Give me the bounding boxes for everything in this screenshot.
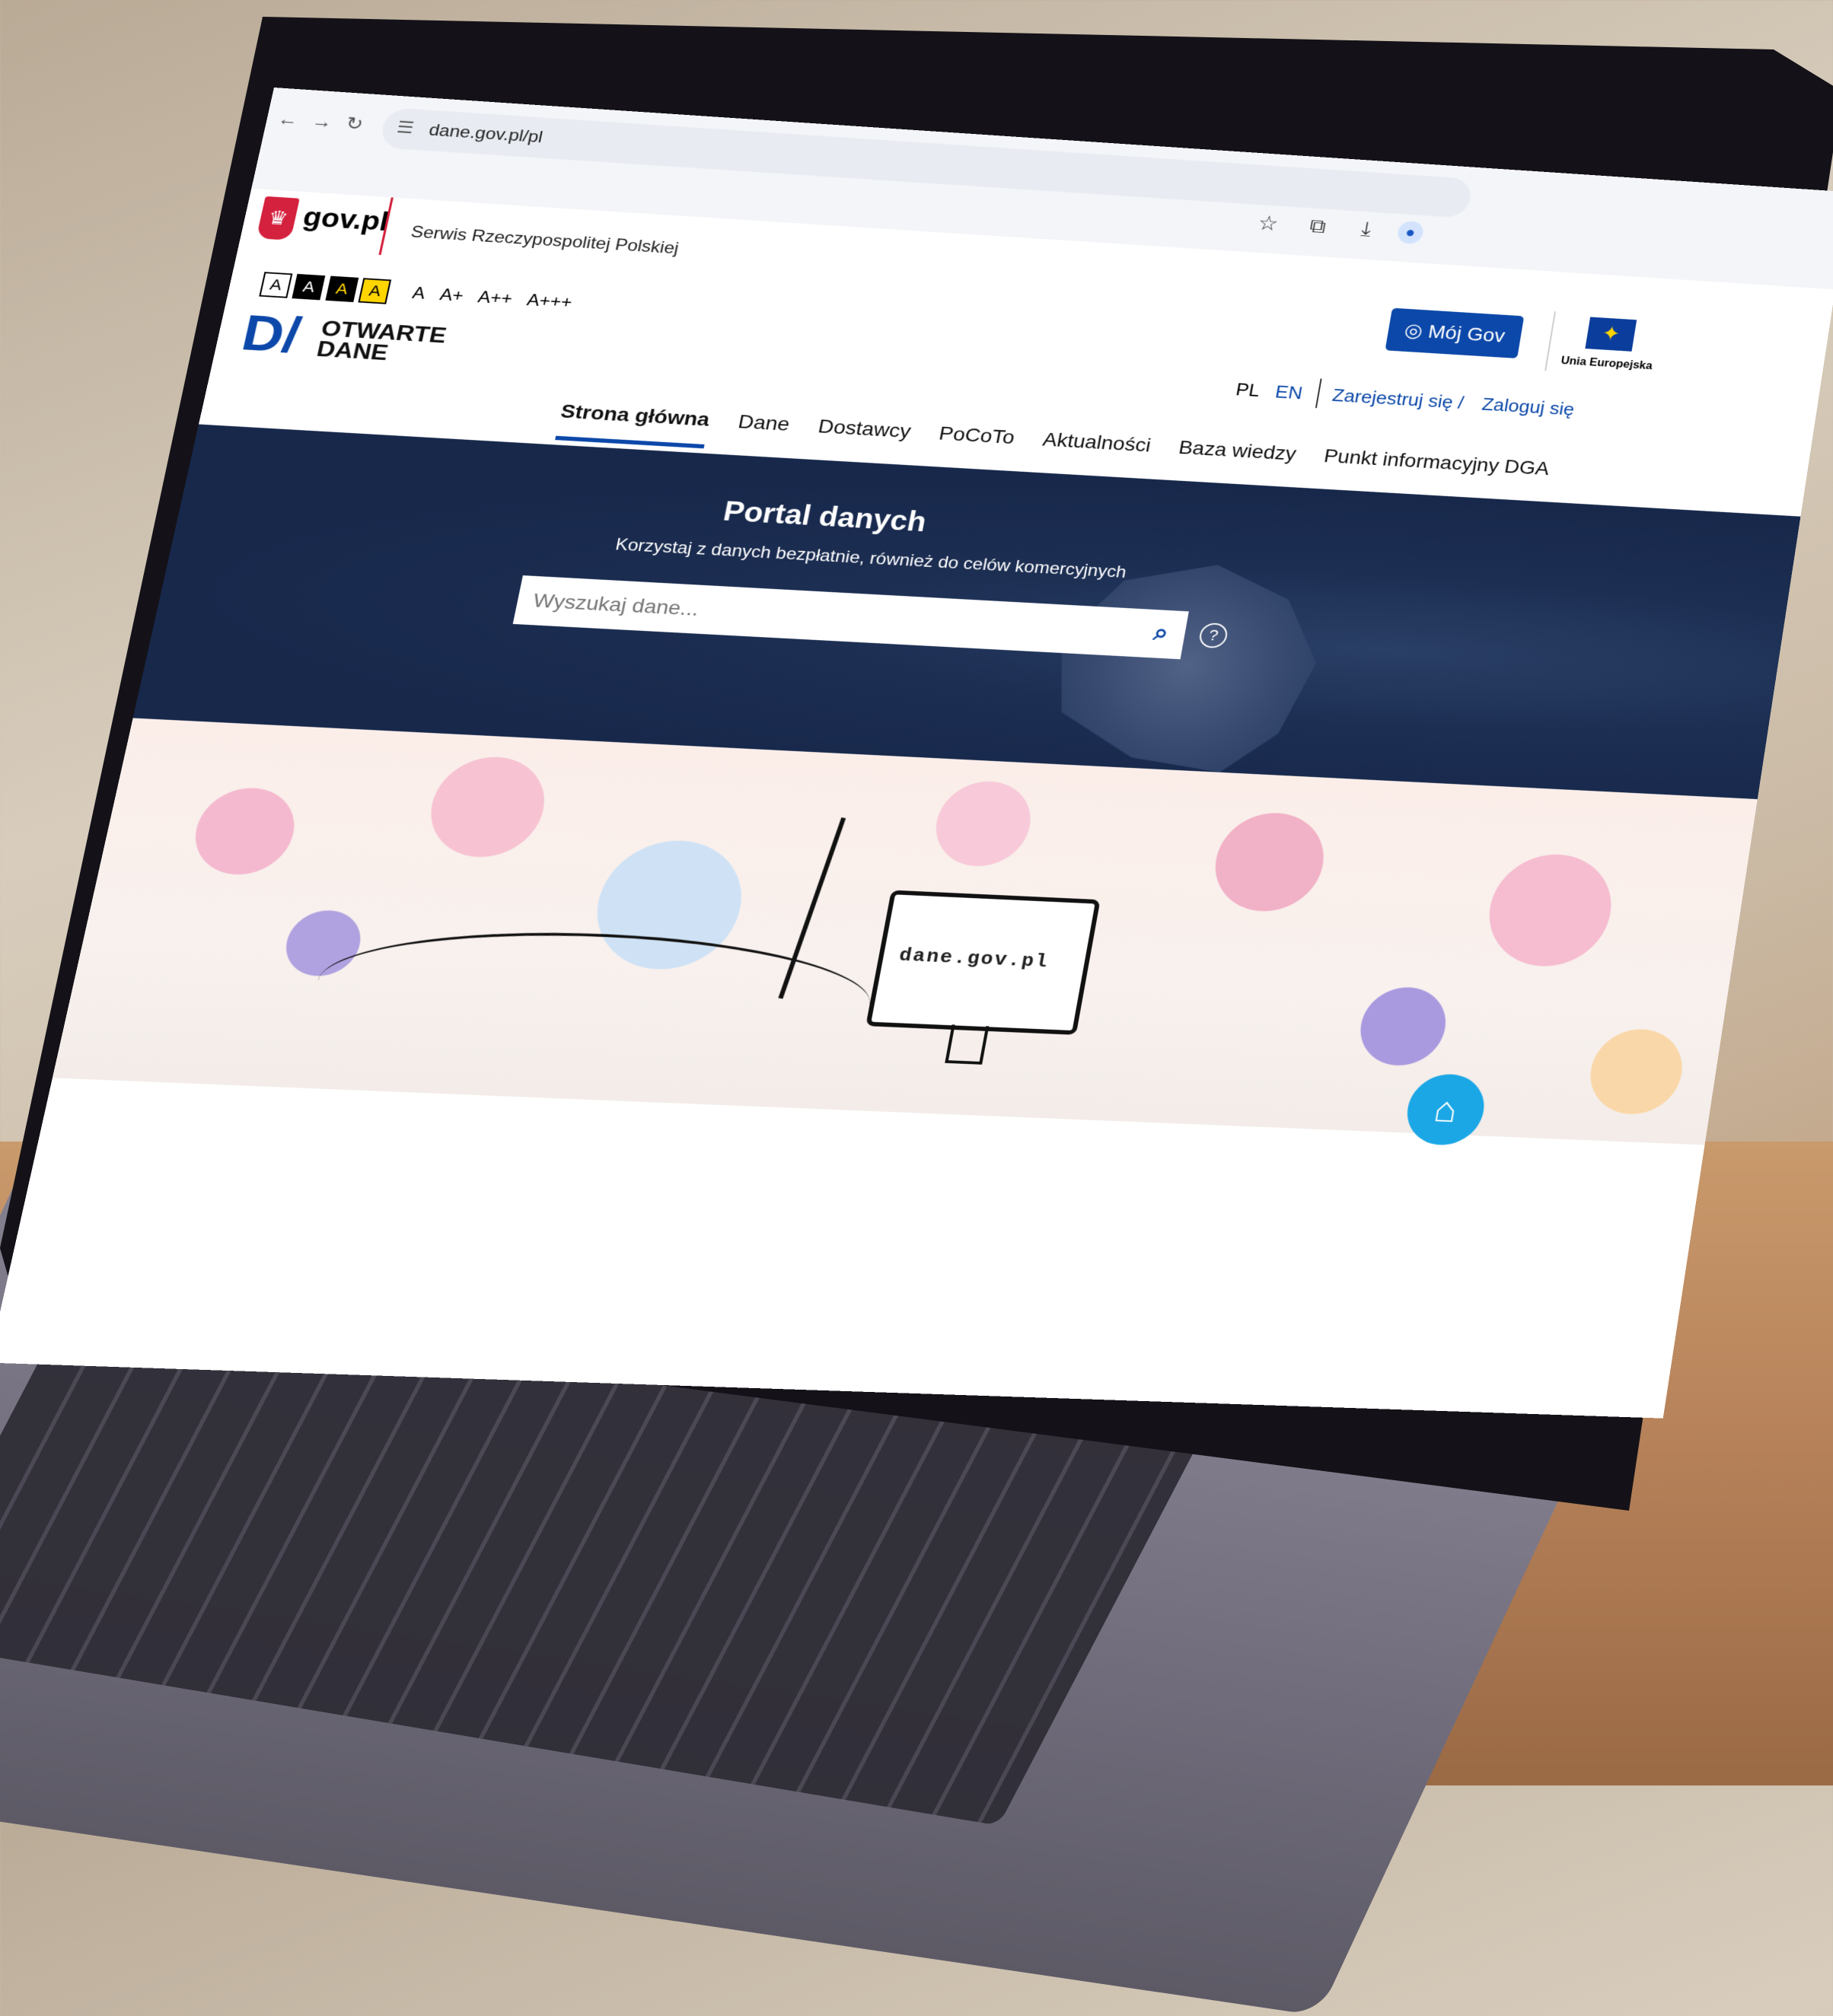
eu-flag-icon: ✦ <box>1585 317 1637 352</box>
auth-divider <box>1315 378 1322 409</box>
nav-item-punkt-dga[interactable]: Punkt informacyjny DGA <box>1320 445 1551 493</box>
nav-item-dostawcy[interactable]: Dostawcy <box>814 416 913 456</box>
moj-gov-label: Mój Gov <box>1427 320 1507 346</box>
back-icon[interactable]: ← <box>276 108 300 130</box>
otwarte-dane-wordmark: OTWARTE DANE <box>314 316 448 366</box>
reload-icon[interactable]: ↻ <box>344 113 365 135</box>
font-size-larger-button[interactable]: A++ <box>477 288 515 308</box>
forward-icon[interactable]: → <box>310 110 334 132</box>
font-size-large-button[interactable]: A+ <box>438 285 466 305</box>
contrast-yellow-black-button[interactable]: A <box>358 278 392 304</box>
hero-subtitle: Korzystaj z danych bezpłatnie, również d… <box>614 535 1128 582</box>
address-bar[interactable]: ☰ dane.gov.pl/pl <box>378 107 1474 218</box>
download-icon[interactable]: ⤓ <box>1360 218 1373 241</box>
lang-pl-link[interactable]: PL <box>1234 379 1261 400</box>
otwarte-dane-logo-icon: D/ <box>237 305 306 364</box>
gov-logo-text: gov.pl <box>300 202 391 237</box>
eu-divider <box>1545 311 1556 371</box>
banner-cable-line <box>305 922 881 1063</box>
search-icon[interactable]: ⌕ <box>1152 619 1171 647</box>
contrast-default-button[interactable]: A <box>259 272 293 298</box>
banner-monitor-stand <box>945 1024 990 1065</box>
font-size-normal-button[interactable]: A <box>411 284 427 303</box>
eagle-emblem-icon: ♛ <box>256 196 300 240</box>
auth-links: Zarejestruj się / Zaloguj się <box>1331 385 1589 421</box>
hero-title: Portal danych <box>720 495 929 538</box>
extensions-icon[interactable]: ⧉ <box>1308 215 1328 238</box>
search-input[interactable] <box>512 575 1121 656</box>
accessibility-controls: A A A A A A+ A++ A+++ <box>259 272 585 316</box>
contrast-black-white-button[interactable]: A <box>292 273 326 301</box>
user-circle-icon: ◎ <box>1403 319 1425 342</box>
site-settings-icon[interactable]: ☰ <box>395 117 416 138</box>
search-box: ⌕ <box>512 575 1189 660</box>
poland-map-graphic <box>1039 557 1332 776</box>
nav-item-strona-glowna[interactable]: Strona główna <box>555 400 712 449</box>
screen-perspective: ← → ↻ ☰ dane.gov.pl/pl ☆ ⧉ ⤓ ● ♛ gov.pl … <box>0 0 1833 1785</box>
banner-monitor-text: dane.gov.pl <box>897 944 1051 973</box>
browser-toolbar: ← → ↻ ☰ dane.gov.pl/pl ☆ ⧉ ⤓ ● <box>251 88 1833 290</box>
contrast-black-yellow-button[interactable]: A <box>325 275 359 303</box>
eu-label: Unia Europejska <box>1560 355 1653 372</box>
nav-item-pocoto[interactable]: PoCoTo <box>935 422 1016 462</box>
font-size-controls: A A+ A++ A+++ <box>410 284 585 314</box>
profile-icon[interactable]: ● <box>1396 220 1425 245</box>
nav-item-aktualnosci[interactable]: Aktualności <box>1038 428 1152 470</box>
bookmark-star-icon[interactable]: ☆ <box>1256 212 1280 236</box>
gov-tagline: Serwis Rzeczypospolitej Polskiej <box>409 222 681 258</box>
banner-monitor: dane.gov.pl <box>865 890 1101 1035</box>
address-url: dane.gov.pl/pl <box>427 120 545 147</box>
nav-item-dane[interactable]: Dane <box>734 411 792 449</box>
nav-item-baza-wiedzy[interactable]: Baza wiedzy <box>1175 437 1298 479</box>
moj-gov-button[interactable]: ◎ Mój Gov <box>1385 307 1525 358</box>
lang-en-link[interactable]: EN <box>1274 381 1304 403</box>
font-size-largest-button[interactable]: A+++ <box>525 291 574 312</box>
login-link[interactable]: Zaloguj się <box>1481 394 1576 419</box>
register-link[interactable]: Zarejestruj się / <box>1331 385 1465 413</box>
language-switcher: PL EN <box>1234 379 1304 403</box>
browser-screen: ← → ↻ ☰ dane.gov.pl/pl ☆ ⧉ ⤓ ● ♛ gov.pl … <box>0 88 1833 1419</box>
